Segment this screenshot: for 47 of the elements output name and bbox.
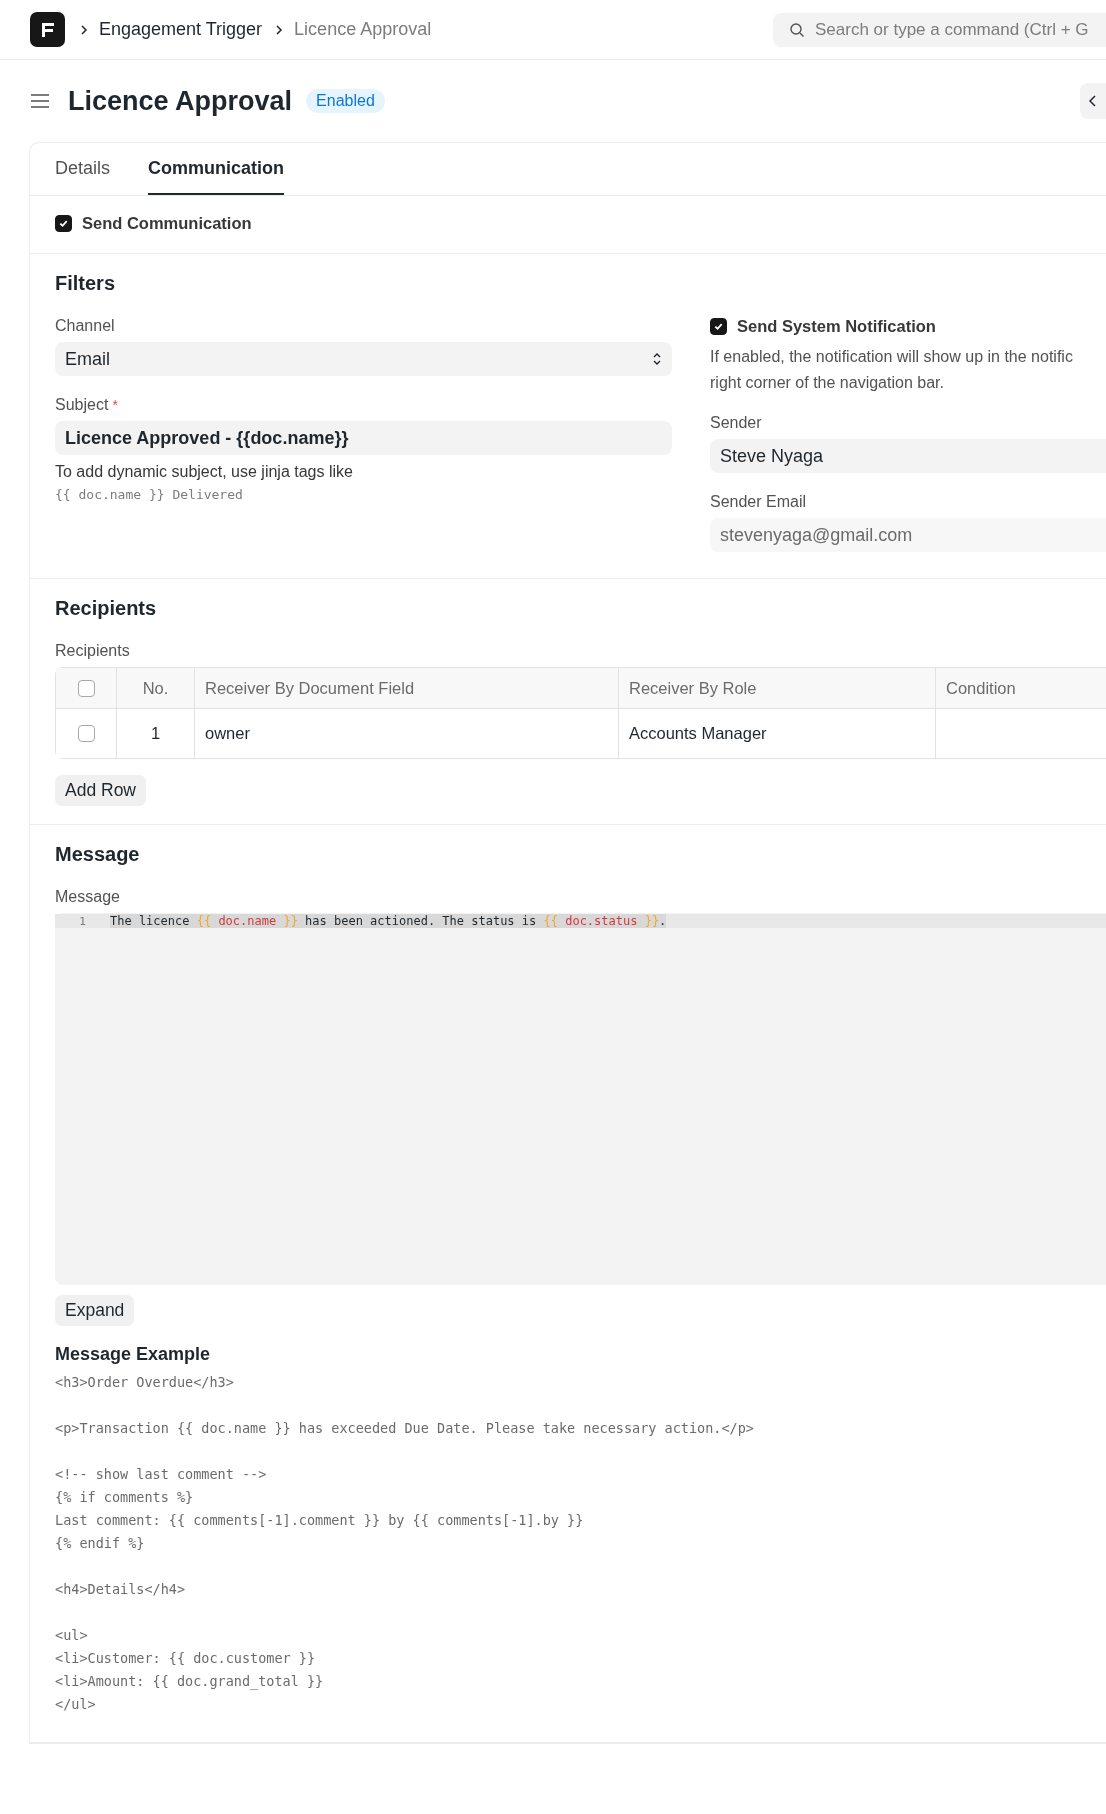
app-logo-icon[interactable] [30, 12, 65, 47]
checkmark-icon [713, 321, 724, 332]
add-row-button[interactable]: Add Row [55, 775, 146, 806]
subheading: Message Example [55, 1344, 212, 1365]
page-title: Licence Approval [68, 85, 293, 117]
expand-button[interactable]: Expand [55, 1295, 135, 1326]
status-indicator: Enabled [306, 89, 385, 113]
search-icon [789, 21, 805, 38]
chevron-left-icon [1089, 95, 1097, 107]
subject-input[interactable]: Licence Approved - {{doc.name}} [55, 421, 672, 455]
field-label: Sender [710, 414, 763, 432]
code-example: <h3>Order Overdue</h3> <p>Transaction {{ doc.name }} has exceeded Due Date. Please take necessary action.</p> <!-- show last comment --> {% if comments %} Last comment: {{ comments[-1].comment }} by {{ comments[-1].by }} {% endif %} <h4>Details</h4> <ul> <li>Customer: {{ doc.customer }} <li>Amount: {{ doc.grand_total }} </ul> [55, 1373, 755, 1714]
select-all-checkbox[interactable] [77, 679, 95, 697]
section-heading: Recipients [55, 597, 158, 620]
chevron-right-icon [79, 23, 89, 36]
field-label: Subject * [55, 396, 119, 414]
table-cell: 1 [116, 709, 194, 758]
menu-icon[interactable] [30, 93, 50, 109]
field-label: Channel [55, 317, 116, 335]
tab[interactable]: Details [55, 143, 111, 195]
breadcrumb-link[interactable]: Licence Approval [294, 19, 432, 40]
section-heading: Filters [55, 272, 117, 295]
breadcrumb-link[interactable]: Engagement Trigger [99, 19, 263, 40]
chevron-right-icon [274, 23, 285, 36]
checkbox-label: Send System Notification [737, 317, 936, 336]
help-text: If enabled, the notification will show up in the notific right corner of the navigation bar. [710, 347, 1074, 393]
field-label: Sender Email [710, 493, 808, 511]
select-arrows-icon [652, 351, 662, 367]
code-example: {{ doc.name }} Delivered [55, 487, 244, 502]
help-text: To add dynamic subject, use jinja tags like [55, 463, 354, 481]
checkmark-icon [58, 218, 69, 229]
channel-select[interactable]: Email [55, 342, 672, 376]
field-label: Recipients [55, 642, 131, 660]
search-field[interactable]: Search or type a command (Ctrl + G [773, 12, 1106, 47]
previous-button[interactable] [1080, 83, 1106, 119]
section-heading: Message [55, 843, 141, 866]
checkbox-label: Send Communication [82, 214, 252, 233]
tab[interactable]: Communication [148, 143, 285, 195]
checkbox[interactable] [710, 318, 727, 335]
table-cell: owner [194, 709, 618, 758]
line-number: 1 [78, 914, 87, 928]
field-label: Message [55, 888, 121, 906]
checkbox[interactable] [55, 215, 72, 232]
code-editor[interactable]: 1 The licence {{ doc.name }} has been actioned. The status is {{ doc.status }}. [55, 913, 1106, 1285]
row-checkbox[interactable] [77, 725, 95, 742]
sender-input[interactable]: Steve Nyaga [710, 439, 1106, 473]
table-cell: Accounts Manager [618, 709, 935, 758]
